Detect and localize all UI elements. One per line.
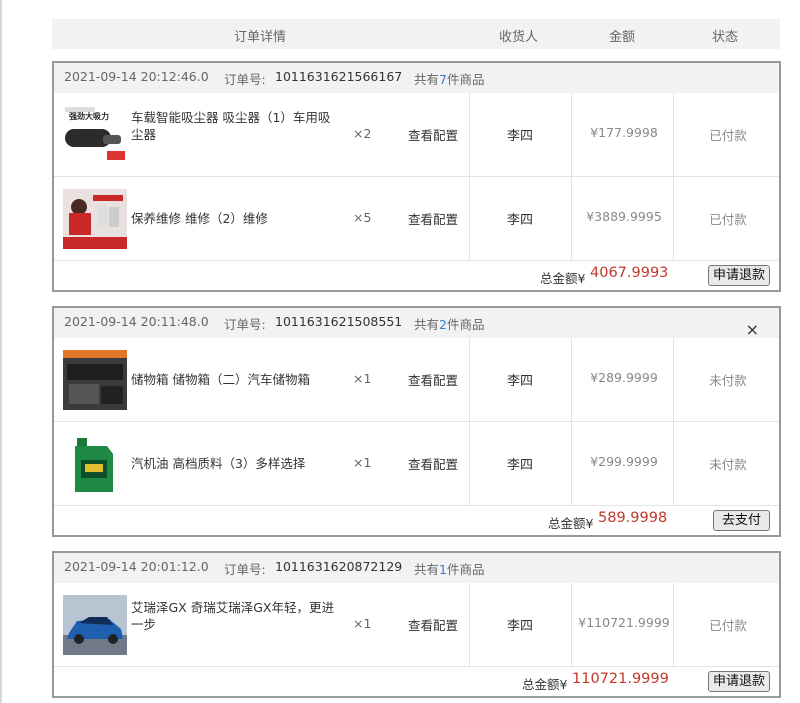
payment-status: 未付款 <box>709 373 747 388</box>
order-header: 2021-09-14 20:01:12.0 订单号: 1011631620872… <box>54 553 779 583</box>
quantity: ×1 <box>353 371 372 386</box>
refund-button[interactable]: 申请退款 <box>707 671 770 692</box>
item-count: 共有2件商品 <box>414 317 485 332</box>
item-price: ¥177.9998 <box>590 125 658 140</box>
view-config-link[interactable]: 查看配置 <box>408 615 458 634</box>
order-item-row: 强劲大吸力 车载智能吸尘器 吸尘器（1）车用吸尘器 ×2 查看配置 李四 ¥17… <box>54 93 779 177</box>
engine-oil-image[interactable] <box>63 434 127 494</box>
order-no: 1011631620872129 <box>275 559 403 574</box>
receiver-name: 李四 <box>507 374 534 389</box>
close-icon[interactable]: × <box>746 322 759 338</box>
order-header: 2021-09-14 20:12:46.0 订单号: 1011631621566… <box>54 63 779 93</box>
car-image[interactable] <box>63 595 127 655</box>
total-label: 总金额¥ <box>522 677 568 692</box>
header-status: 状态 <box>712 30 739 45</box>
order-item-row: 储物箱 储物箱（二）汽车储物箱 ×1 查看配置 李四 ¥289.9999 未付款 <box>54 338 779 422</box>
header-amount: 金额 <box>609 30 636 45</box>
payment-status: 已付款 <box>709 212 747 227</box>
receiver-name: 李四 <box>507 619 534 634</box>
order-no: 1011631621508551 <box>275 314 403 329</box>
order-date: 2021-09-14 20:12:46.0 <box>64 69 209 84</box>
maintenance-image[interactable] <box>63 189 127 249</box>
receiver-name: 李四 <box>507 458 534 473</box>
order-no-label: 订单号: <box>224 317 266 332</box>
order-footer: 总金额¥ 589.9998 去支付 <box>54 506 779 535</box>
order-footer: 总金额¥ 110721.9999 申请退款 <box>54 667 779 696</box>
order-item-row: 保养维修 维修（2）维修 ×5 查看配置 李四 ¥3889.9995 已付款 <box>54 177 779 261</box>
order-card: 2021-09-14 20:01:12.0 订单号: 1011631620872… <box>52 551 781 698</box>
order-footer: 总金额¥ 4067.9993 申请退款 <box>54 261 779 290</box>
header-receiver: 收货人 <box>499 30 539 45</box>
order-card: 2021-09-14 20:11:48.0 订单号: 1011631621508… <box>52 306 781 537</box>
product-name[interactable]: 保养维修 维修（2）维修 <box>131 210 341 227</box>
quantity: ×2 <box>353 126 372 141</box>
order-item-row: 艾瑞泽GX 奇瑞艾瑞泽GX年轻，更进一步 ×1 查看配置 李四 ¥110721.… <box>54 583 779 667</box>
quantity: ×1 <box>353 455 372 470</box>
view-config-link[interactable]: 查看配置 <box>408 454 458 473</box>
order-date: 2021-09-14 20:11:48.0 <box>64 314 209 329</box>
order-item-row: 汽机油 高档质料（3）多样选择 ×1 查看配置 李四 ¥299.9999 未付款 <box>54 422 779 506</box>
view-config-link[interactable]: 查看配置 <box>408 209 458 228</box>
item-price: ¥110721.9999 <box>578 615 670 630</box>
product-name[interactable]: 艾瑞泽GX 奇瑞艾瑞泽GX年轻，更进一步 <box>131 599 341 633</box>
total-label: 总金额¥ <box>540 271 586 286</box>
total-amount: 589.9998 <box>598 510 668 526</box>
order-card: 2021-09-14 20:12:46.0 订单号: 1011631621566… <box>52 61 781 292</box>
order-header: 2021-09-14 20:11:48.0 订单号: 1011631621508… <box>54 308 779 338</box>
order-no-label: 订单号: <box>224 72 266 87</box>
item-price: ¥3889.9995 <box>586 209 662 224</box>
scrollbar-edge <box>0 0 2 703</box>
item-price: ¥299.9999 <box>590 454 658 469</box>
order-no-label: 订单号: <box>224 562 266 577</box>
receiver-name: 李四 <box>507 213 534 228</box>
product-name[interactable]: 储物箱 储物箱（二）汽车储物箱 <box>131 371 341 388</box>
vacuum-image[interactable]: 强劲大吸力 <box>63 105 127 165</box>
item-price: ¥289.9999 <box>590 370 658 385</box>
header-order-detail: 订单详情 <box>234 30 287 45</box>
storage-box-image[interactable] <box>63 350 127 410</box>
pay-button[interactable]: 去支付 <box>712 510 770 531</box>
payment-status: 已付款 <box>709 618 747 633</box>
order-no: 1011631621566167 <box>275 69 403 84</box>
table-header: 订单详情 收货人 金额 状态 <box>52 19 780 49</box>
quantity: ×5 <box>353 210 372 225</box>
product-name[interactable]: 车载智能吸尘器 吸尘器（1）车用吸尘器 <box>131 109 341 143</box>
payment-status: 未付款 <box>709 457 747 472</box>
order-date: 2021-09-14 20:01:12.0 <box>64 559 209 574</box>
receiver-name: 李四 <box>507 129 534 144</box>
svg-text:强劲大吸力: 强劲大吸力 <box>69 111 109 121</box>
item-count: 共有1件商品 <box>414 562 485 577</box>
payment-status: 已付款 <box>709 128 747 143</box>
view-config-link[interactable]: 查看配置 <box>408 125 458 144</box>
total-amount: 4067.9993 <box>590 265 669 281</box>
view-config-link[interactable]: 查看配置 <box>408 370 458 389</box>
item-count: 共有7件商品 <box>414 72 485 87</box>
quantity: ×1 <box>353 616 372 631</box>
product-name[interactable]: 汽机油 高档质料（3）多样选择 <box>131 455 341 472</box>
total-amount: 110721.9999 <box>572 671 669 687</box>
total-label: 总金额¥ <box>548 516 594 531</box>
refund-button[interactable]: 申请退款 <box>707 265 770 286</box>
